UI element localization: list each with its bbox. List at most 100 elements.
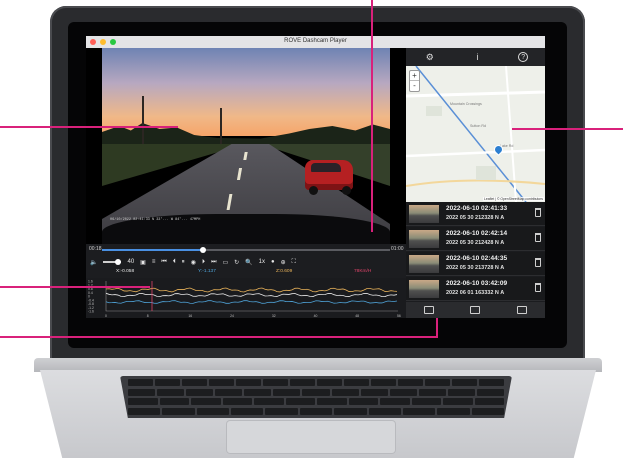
hd-toggle-icon[interactable]: ▭: [222, 259, 228, 266]
playlist-icon[interactable]: ≡: [152, 259, 156, 265]
map-label: Mountain Crossings: [450, 102, 482, 106]
x-tick-label: 24: [230, 314, 234, 318]
seek-progress: [102, 249, 203, 251]
callout-line: [0, 286, 150, 288]
callout-line: [0, 336, 437, 338]
clip-thumbnail: [409, 255, 439, 273]
trackpad: [226, 420, 396, 454]
clip-thumbnail: [409, 205, 439, 223]
car-wheel: [342, 186, 351, 195]
y-readout: Y:-1.137: [198, 269, 216, 274]
video-frame[interactable]: 06/10/2022 02:41:33 N 33°... W 84°... 47…: [102, 48, 390, 244]
laptop-hinge: [34, 358, 602, 372]
zoom-in-icon[interactable]: ⊕: [281, 259, 286, 266]
right-panel: ⚙ i ? + - Mountain Crossings Sutton Rd L…: [406, 48, 545, 318]
callout-line: [0, 126, 178, 128]
callout-line: [371, 0, 373, 232]
video-pole: [142, 96, 144, 152]
y-tick-label: -1.6: [88, 310, 94, 314]
clip-time: 2022-06-10 02:44:35: [446, 255, 508, 262]
zoom-speed-label[interactable]: 1x: [259, 259, 265, 265]
skip-end-icon[interactable]: ⏭: [211, 259, 216, 266]
current-time: 00:18: [89, 246, 102, 252]
map-zoom-out-button[interactable]: -: [410, 81, 419, 91]
x-readout: X:-0.058: [116, 269, 135, 274]
record-icon[interactable]: ◉: [191, 259, 196, 266]
volume-value: 40: [127, 259, 135, 265]
gsensor-readout: X:-0.058 Y:-1.137 Z:0.609 78Km/H: [86, 269, 406, 277]
folder-icon[interactable]: [424, 306, 435, 314]
x-tick-label: 16: [188, 314, 192, 318]
video-area[interactable]: 06/10/2022 02:41:33 N 33°... W 84°... 47…: [86, 48, 406, 244]
stage: ROVE Dashcam Player 06/10/2022 02:41:33 …: [0, 0, 623, 458]
x-tick-label: 0: [105, 314, 107, 318]
control-row: 🔈 40 ▣ ≡ ⏮ ⏴ ⏸ ◉ ⏵ ⏭ ▭ ↻ 🔍 1x ● ⊕ ⛶: [90, 257, 402, 267]
trash-icon[interactable]: [535, 283, 541, 292]
x-tick-label: 32: [272, 314, 276, 318]
x-tick-label: 40: [314, 314, 318, 318]
z-axis-line: [105, 287, 398, 293]
screenshot-icon[interactable]: ▣: [140, 259, 146, 266]
top-toolbar: ⚙ i ?: [406, 48, 545, 66]
zoom-speed-icon[interactable]: 🔍: [245, 259, 252, 266]
title-bar: ROVE Dashcam Player: [86, 36, 545, 48]
video-sky: [102, 48, 390, 136]
clip-item[interactable]: 2022-06-10 02:44:35 2022 05 30 213728 N …: [406, 252, 545, 276]
volume-icon[interactable]: 🔈: [90, 259, 97, 266]
clip-time: 2022-06-10 03:42:09: [446, 280, 508, 287]
video-overlay-stamp: 06/10/2022 02:41:33 N 33°... W 84°... 47…: [110, 218, 201, 222]
clip-meta: 2022 06 01 163332 N A: [446, 290, 505, 296]
info-button[interactable]: i: [470, 50, 484, 64]
keyboard: [120, 376, 512, 418]
clip-meta: 2022 05 30 213728 N A: [446, 265, 505, 271]
clip-item[interactable]: 2022-06-10 03:42:09 2022 06 01 163332 N …: [406, 277, 545, 301]
x-axis-line: [105, 292, 398, 298]
clip-thumbnail: [409, 280, 439, 298]
clip-meta: 2022 05 30 212428 N A: [446, 240, 505, 246]
next-frame-icon[interactable]: ⏵: [202, 259, 205, 266]
trash-icon[interactable]: [535, 208, 541, 217]
prev-frame-icon[interactable]: ⏴: [173, 259, 176, 266]
help-button[interactable]: ?: [518, 52, 529, 62]
trash-icon[interactable]: [535, 258, 541, 267]
callout-line: [512, 128, 623, 130]
video-pole: [220, 108, 222, 148]
map-zoom-control: + -: [409, 70, 420, 92]
route-map[interactable]: + - Mountain Crossings Sutton Rd Lake Rd…: [406, 66, 545, 202]
gsensor-graph-svg: 1.61.20.80.40-0.4-0.8-1.2-1.608162432404…: [88, 280, 401, 319]
clip-time: 2022-06-10 02:41:33: [446, 205, 508, 212]
trash-icon[interactable]: [535, 233, 541, 242]
player-controls: 00:18 01:00 🔈 40 ▣ ≡ ⏮ ⏴ ⏸ ◉ ⏵ ⏭ ▭ ↻ 🔍 1…: [86, 244, 406, 278]
clip-meta: 2022 05 30 212328 N A: [446, 215, 505, 221]
gear-icon[interactable]: ⚙: [423, 50, 437, 64]
clip-item[interactable]: 2022-06-10 02:41:33 2022 05 30 212328 N …: [406, 202, 545, 226]
map-attribution: Leaflet | © OpenStreetMap contributors: [483, 197, 544, 201]
export-icon[interactable]: [516, 306, 527, 314]
volume-slider[interactable]: [103, 259, 122, 265]
gsensor-graph[interactable]: 1.61.20.80.40-0.4-0.8-1.2-1.608162432404…: [86, 278, 406, 318]
seek-bar[interactable]: [102, 247, 390, 253]
clip-thumbnail: [409, 230, 439, 248]
callout-line: [436, 318, 438, 338]
seek-handle[interactable]: [199, 247, 206, 253]
x-tick-label: 56: [397, 314, 401, 318]
skip-start-icon[interactable]: ⏮: [161, 259, 166, 266]
clip-item[interactable]: 2022-06-10 02:42:14 2022 05 30 212428 N …: [406, 227, 545, 251]
app-window: ROVE Dashcam Player 06/10/2022 02:41:33 …: [86, 36, 545, 318]
car-wheel: [309, 186, 318, 195]
map-zoom-in-button[interactable]: +: [410, 71, 419, 81]
loop-icon[interactable]: ↻: [234, 259, 239, 266]
x-tick-label: 48: [355, 314, 359, 318]
panel-footer: [406, 302, 545, 318]
map-roads: [406, 66, 545, 202]
y-axis-line: [105, 300, 398, 304]
zoom-speed-knob[interactable]: ●: [271, 259, 275, 265]
clip-list: 2022-06-10 02:41:33 2022 05 30 212328 N …: [406, 202, 545, 302]
red-car-window: [311, 163, 341, 172]
map-label: Sutton Rd: [470, 124, 486, 128]
speed-readout: 78Km/H: [354, 269, 372, 274]
pause-icon[interactable]: ⏸: [182, 259, 185, 266]
clip-time: 2022-06-10 02:42:14: [446, 230, 508, 237]
settings-file-icon[interactable]: [470, 306, 481, 314]
fullscreen-icon[interactable]: ⛶: [292, 259, 296, 266]
